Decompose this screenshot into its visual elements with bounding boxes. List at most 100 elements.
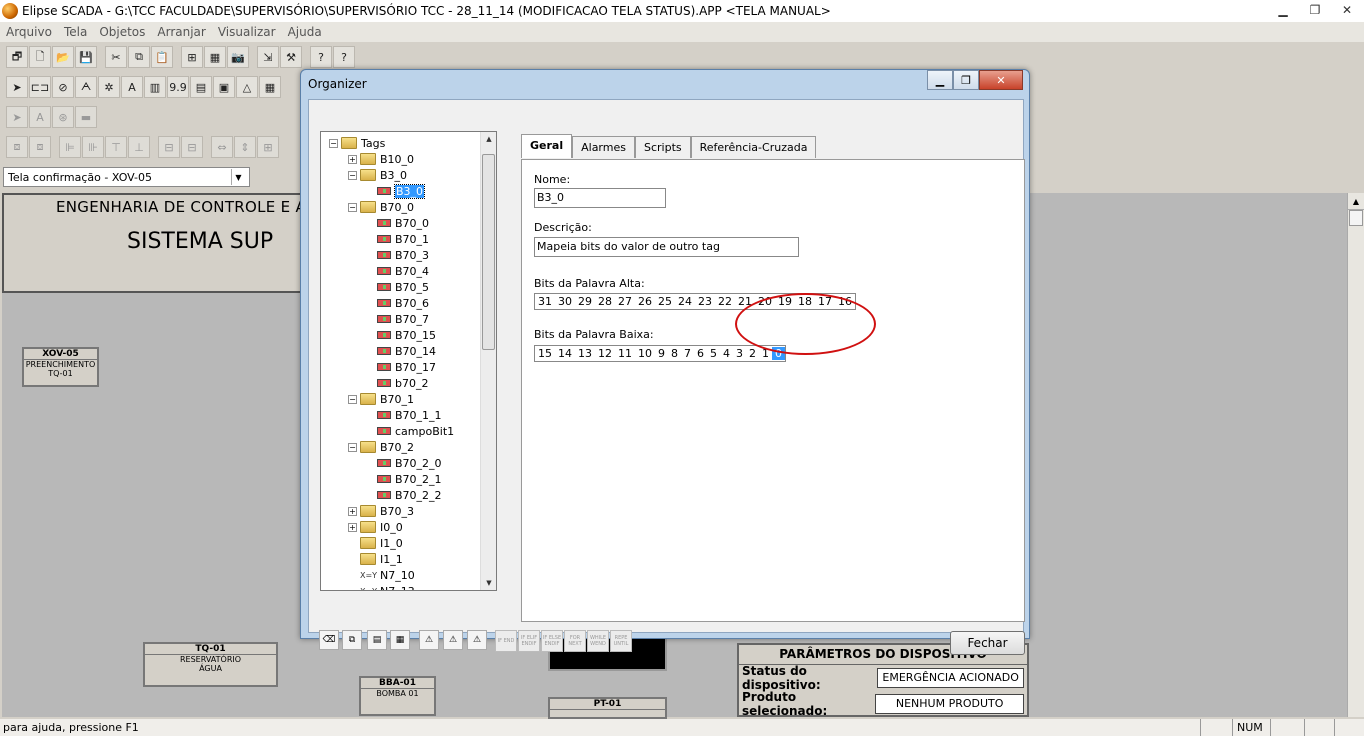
tree-node[interactable]: I1_0 — [348, 535, 403, 551]
bit-cell[interactable]: 6 — [694, 347, 707, 360]
scroll-thumb[interactable] — [1349, 210, 1363, 226]
align-icon[interactable]: ⊥ — [128, 136, 150, 158]
tree-node[interactable]: B70_1_1 — [377, 407, 442, 423]
tree-node[interactable]: B70_17 — [377, 359, 436, 375]
bit-cell[interactable]: 15 — [535, 347, 555, 360]
bit-cell[interactable]: 27 — [615, 295, 635, 308]
toolbar2-button[interactable]: △ — [236, 76, 258, 98]
align-icon[interactable]: ⊤ — [105, 136, 127, 158]
menu-ajuda[interactable]: Ajuda — [282, 25, 328, 39]
bit-cell[interactable]: 8 — [668, 347, 681, 360]
toolbar1-button[interactable]: ⊞ — [181, 46, 203, 68]
toolbar1-button[interactable]: 🗗 — [6, 46, 28, 68]
menu-arquivo[interactable]: Arquivo — [0, 25, 58, 39]
toolbar2-button[interactable]: ᗅ — [75, 76, 97, 98]
tree-node[interactable]: B70_2_2 — [377, 487, 442, 503]
toolbar3-button[interactable]: A — [29, 106, 51, 128]
bit-cell[interactable]: 29 — [575, 295, 595, 308]
toolbar1-button[interactable]: ⇲ — [257, 46, 279, 68]
tree-node[interactable]: B70_2_1 — [377, 471, 442, 487]
toolbar1-button[interactable]: 📂 — [52, 46, 74, 68]
tree-node[interactable]: + B10_0 — [348, 151, 414, 167]
tree-node[interactable]: X=Y N7_10 — [348, 567, 415, 583]
expand-icon[interactable]: − — [329, 138, 338, 148]
scroll-down-icon[interactable]: ▼ — [481, 576, 496, 590]
tree-node[interactable]: B70_4 — [377, 263, 429, 279]
bit-cell[interactable]: 3 — [733, 347, 746, 360]
toolbar1-button[interactable]: ⧉ — [128, 46, 150, 68]
bit-cell[interactable]: 11 — [615, 347, 635, 360]
bit-cell[interactable]: 23 — [695, 295, 715, 308]
tree-tool-button[interactable]: ⚠ — [467, 630, 487, 650]
bit-cell[interactable]: 9 — [655, 347, 668, 360]
menu-objetos[interactable]: Objetos — [93, 25, 151, 39]
scroll-up-icon[interactable]: ▲ — [1348, 193, 1364, 210]
pump-bba01[interactable]: BBA-01 BOMBA 01 — [359, 676, 436, 716]
toolbar2-button[interactable]: 9.9 — [167, 76, 189, 98]
toolbar1-button[interactable]: ? — [310, 46, 332, 68]
tree-node[interactable]: B70_0 — [377, 215, 429, 231]
tree-node[interactable]: campoBit1 — [377, 423, 454, 439]
bit-cell[interactable]: 26 — [635, 295, 655, 308]
space-icon[interactable]: ⇕ — [234, 136, 256, 158]
space-icon[interactable]: ⇔ — [211, 136, 233, 158]
toolbar1-button[interactable]: 📋 — [151, 46, 173, 68]
bit-cell[interactable]: 25 — [655, 295, 675, 308]
expand-icon[interactable]: + — [348, 506, 357, 516]
tree-node[interactable]: B3_0 — [377, 183, 426, 199]
center-icon[interactable]: ⊟ — [181, 136, 203, 158]
minimize-button[interactable]: ▁ — [1270, 1, 1296, 19]
description-field[interactable]: Mapeia bits do valor de outro tag — [534, 237, 799, 257]
tree-scroll-thumb[interactable] — [482, 154, 495, 350]
close-dialog-button[interactable]: Fechar — [950, 631, 1025, 655]
toolbar2-button[interactable]: A — [121, 76, 143, 98]
bit-cell[interactable]: 4 — [720, 347, 733, 360]
toolbar3-button[interactable]: ⊛ — [52, 106, 74, 128]
expand-icon[interactable]: − — [348, 442, 357, 452]
tree-node[interactable]: B70_14 — [377, 343, 436, 359]
tree-node[interactable]: B70_7 — [377, 311, 429, 327]
tree-node[interactable]: B70_15 — [377, 327, 436, 343]
tree-node[interactable]: X=Y N7_13 — [348, 583, 415, 591]
tree-scrollbar[interactable]: ▲ ▼ — [480, 132, 496, 590]
align-icon[interactable]: ⊫ — [59, 136, 81, 158]
toolbar1-button[interactable]: 📷 — [227, 46, 249, 68]
tree-tool-button[interactable]: ⌫ — [319, 630, 339, 650]
align-icon[interactable]: ⧈ — [29, 136, 51, 158]
toolbar2-button[interactable]: ▥ — [144, 76, 166, 98]
tree-node[interactable]: − B70_1 — [348, 391, 414, 407]
bit-cell[interactable]: 30 — [555, 295, 575, 308]
bit-cell[interactable]: 10 — [635, 347, 655, 360]
toolbar2-button[interactable]: ▣ — [213, 76, 235, 98]
toolbar2-button[interactable]: ▦ — [259, 76, 281, 98]
tree-node[interactable]: − B3_0 — [348, 167, 407, 183]
tree-node[interactable]: I1_1 — [348, 551, 403, 567]
tree-node[interactable]: B70_2_0 — [377, 455, 442, 471]
low-word-bits[interactable]: 15 14 13 12 11 10 9 8 7 6 5 4 3 2 1 0 — [534, 345, 786, 362]
toolbar1-button[interactable]: ▦ — [204, 46, 226, 68]
menu-tela[interactable]: Tela — [58, 25, 93, 39]
chevron-down-icon[interactable]: ▼ — [231, 169, 245, 185]
expand-icon[interactable]: + — [348, 522, 357, 532]
bit-cell[interactable]: 13 — [575, 347, 595, 360]
toolbar3-button[interactable]: ➤ — [6, 106, 28, 128]
tree-node[interactable]: − Tags — [329, 135, 385, 151]
tree-tool-button[interactable]: ⚠ — [443, 630, 463, 650]
tree-node[interactable]: − B70_2 — [348, 439, 414, 455]
tree-node[interactable]: b70_2 — [377, 375, 428, 391]
tree-node[interactable]: B70_1 — [377, 231, 429, 247]
tree-node[interactable]: B70_6 — [377, 295, 429, 311]
menu-arranjar[interactable]: Arranjar — [151, 25, 211, 39]
tag-tree[interactable]: ▲ ▼ − Tags + B10_0 − B3_0 B3_0 − B70_0 B70_0 B70_1… — [320, 131, 497, 591]
tree-tool-button[interactable]: ⧉ — [342, 630, 362, 650]
close-button[interactable]: ✕ — [1334, 1, 1360, 19]
tree-tool-button[interactable]: ▦ — [390, 630, 410, 650]
organizer-close-button[interactable]: ✕ — [979, 70, 1023, 90]
toolbar1-button[interactable]: ⚒ — [280, 46, 302, 68]
screen-selector[interactable]: Tela confirmação - XOV-05 ▼ — [3, 167, 250, 187]
menu-visualizar[interactable]: Visualizar — [212, 25, 282, 39]
expand-icon[interactable]: + — [348, 154, 357, 164]
toolbar3-button[interactable]: ▬ — [75, 106, 97, 128]
expand-icon[interactable]: − — [348, 170, 357, 180]
center-icon[interactable]: ⊟ — [158, 136, 180, 158]
